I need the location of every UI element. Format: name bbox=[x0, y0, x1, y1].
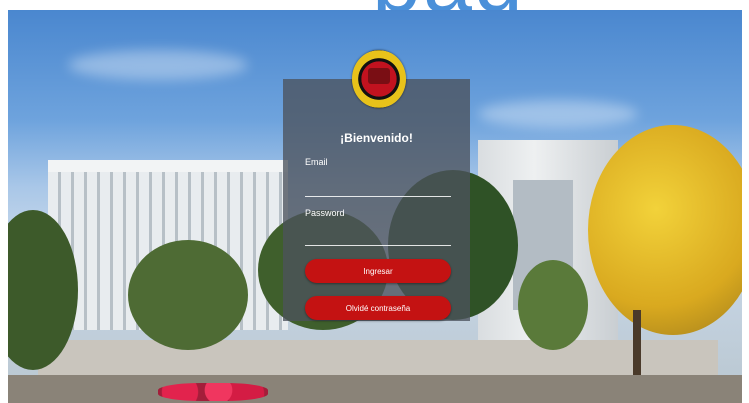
top-strip: pág bbox=[0, 0, 749, 10]
email-label: Email bbox=[305, 157, 328, 167]
login-panel bbox=[283, 79, 470, 321]
partial-heading-text: pág bbox=[372, 0, 525, 10]
university-logo bbox=[352, 50, 406, 108]
flower-bed bbox=[158, 383, 268, 401]
email-field[interactable] bbox=[305, 196, 451, 197]
password-label: Password bbox=[305, 208, 345, 218]
ground bbox=[8, 375, 742, 403]
forgot-password-button[interactable]: Olvidé contraseña bbox=[305, 296, 451, 320]
login-button[interactable]: Ingresar bbox=[305, 259, 451, 283]
welcome-title: ¡Bienvenido! bbox=[340, 131, 413, 145]
password-field[interactable] bbox=[305, 245, 451, 246]
